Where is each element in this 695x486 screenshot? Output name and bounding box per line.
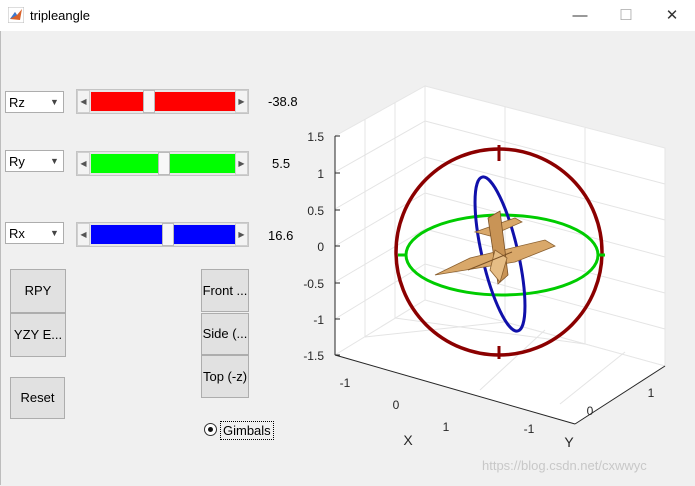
slider-right-arrow-icon[interactable]: ▶ [235, 90, 248, 113]
slider-thumb[interactable] [158, 152, 170, 175]
close-button[interactable]: ✕ [649, 0, 695, 31]
radio-selected-dot [208, 427, 213, 432]
slider-fill-right [170, 154, 235, 173]
top-view-button[interactable]: Top (-z) [201, 355, 249, 398]
z-tick-label: 1.5 [307, 130, 324, 144]
reset-button[interactable]: Reset [10, 377, 65, 419]
slider-thumb[interactable] [162, 223, 174, 246]
y-tick-label: 0 [587, 404, 594, 418]
slider-fill-right [155, 92, 235, 111]
x-axis-label: X [403, 432, 413, 448]
z-tick-label: 1 [317, 167, 324, 181]
gimbals-label: Gimbals [220, 421, 274, 440]
front-view-button[interactable]: Front ... [201, 269, 249, 312]
rz-popup[interactable]: Rz ▼ [5, 91, 64, 113]
chevron-down-icon: ▼ [50, 97, 59, 107]
ry-slider[interactable]: ◀ ▶ [76, 151, 249, 176]
watermark: https://blog.csdn.net/cxwwyc [482, 458, 647, 473]
z-tick-label: 0 [317, 240, 324, 254]
slider-left-arrow-icon[interactable]: ◀ [77, 152, 90, 175]
z-tick-label: 0.5 [307, 204, 324, 218]
x-tick-label: 1 [443, 420, 450, 434]
x-tick-label: -1 [340, 376, 351, 390]
slider-fill-left [91, 225, 162, 244]
rpy-button[interactable]: RPY [10, 269, 66, 313]
slider-fill-left [91, 92, 144, 111]
minimize-button[interactable]: — [557, 0, 603, 31]
matlab-icon [7, 6, 25, 24]
title-bar: tripleangle — ☐ ✕ [0, 0, 695, 31]
x-tick-label: 0 [393, 398, 400, 412]
popup-value: Ry [9, 154, 25, 169]
z-tick-label: -1 [313, 313, 324, 327]
window-title: tripleangle [30, 8, 90, 23]
ry-value: 5.5 [272, 156, 291, 171]
rx-slider[interactable]: ◀ ▶ [76, 222, 249, 247]
ry-popup[interactable]: Ry ▼ [5, 150, 64, 172]
slider-fill-left [91, 154, 158, 173]
z-tick-label: -1.5 [303, 349, 324, 363]
chevron-down-icon: ▼ [50, 228, 59, 238]
slider-left-arrow-icon[interactable]: ◀ [77, 223, 90, 246]
chevron-down-icon: ▼ [50, 156, 59, 166]
gimbal-3d-plot[interactable]: 1.5 1 0.5 0 -0.5 -1 -1.5 -1 0 1 -1 0 1 X… [290, 80, 685, 455]
slider-thumb[interactable] [143, 90, 155, 113]
maximize-button[interactable]: ☐ [603, 0, 649, 31]
yzy-euler-button[interactable]: YZY E... [10, 313, 66, 357]
slider-fill-right [174, 225, 235, 244]
y-tick-label: -1 [524, 422, 535, 436]
popup-value: Rx [9, 226, 25, 241]
rx-popup[interactable]: Rx ▼ [5, 222, 64, 244]
y-axis-label: Y [564, 434, 574, 450]
slider-right-arrow-icon[interactable]: ▶ [235, 223, 248, 246]
y-tick-label: 1 [648, 386, 655, 400]
rz-slider[interactable]: ◀ ▶ [76, 89, 249, 114]
gimbals-radio[interactable] [204, 423, 217, 436]
z-tick-label: -0.5 [303, 277, 324, 291]
side-view-button[interactable]: Side (... [201, 313, 249, 355]
slider-right-arrow-icon[interactable]: ▶ [235, 152, 248, 175]
popup-value: Rz [9, 95, 25, 110]
slider-left-arrow-icon[interactable]: ◀ [77, 90, 90, 113]
